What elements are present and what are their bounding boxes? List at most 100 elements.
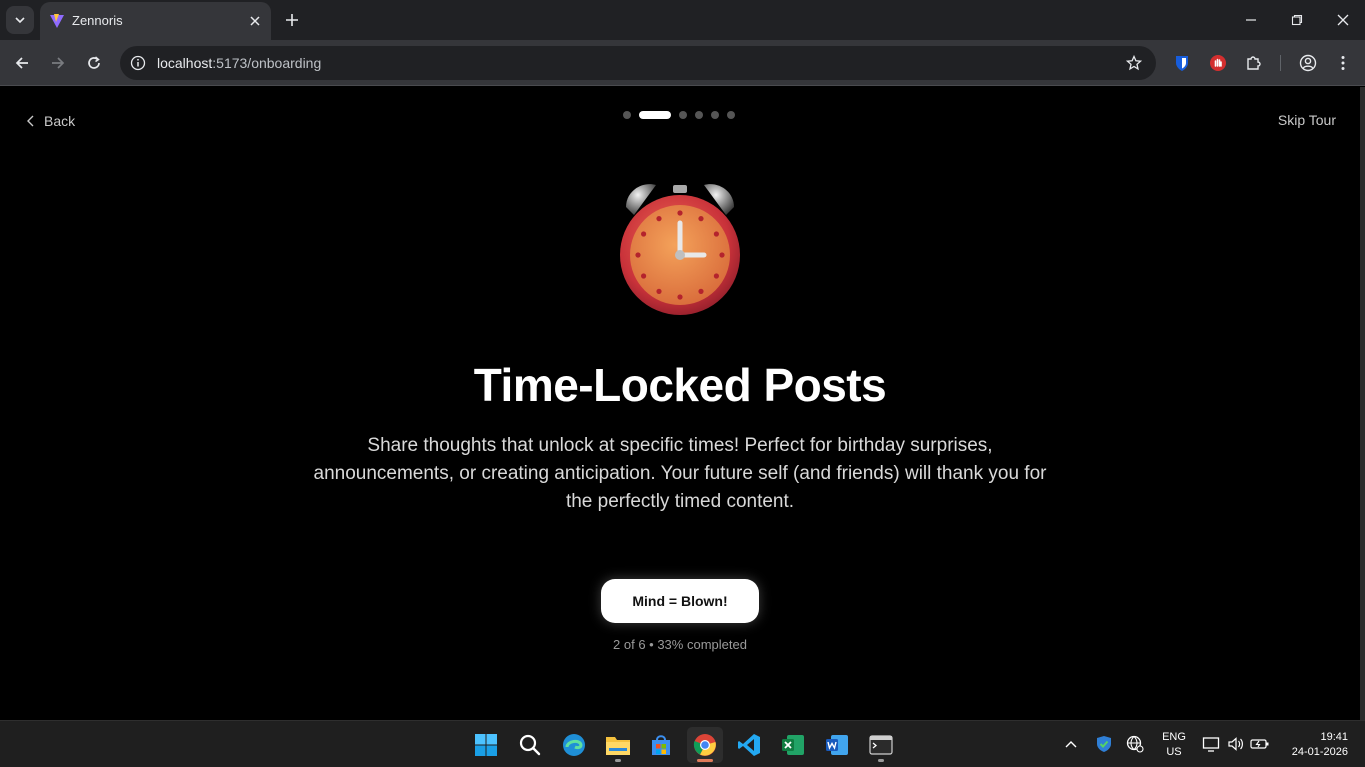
page-title: Time-Locked Posts — [473, 359, 887, 411]
taskbar-word[interactable] — [819, 727, 855, 763]
display-tray-button[interactable] — [1200, 733, 1222, 755]
chevron-down-icon — [15, 17, 25, 24]
volume-button[interactable] — [1225, 733, 1247, 755]
browser-toolbar: localhost:5173/onboarding — [0, 40, 1365, 86]
restore-button[interactable] — [1274, 0, 1320, 40]
step-indicator — [623, 111, 735, 119]
reload-icon — [88, 56, 100, 69]
url-text: localhost:5173/onboarding — [157, 55, 321, 71]
network-status-button[interactable] — [1124, 733, 1146, 755]
taskbar-chrome[interactable] — [687, 727, 723, 763]
battery-button[interactable] — [1249, 733, 1271, 755]
edge-icon — [563, 734, 585, 756]
arrow-left-icon — [15, 57, 28, 69]
profile-button[interactable] — [1296, 51, 1320, 75]
globe-icon — [1126, 735, 1144, 753]
reload-button[interactable] — [80, 49, 108, 77]
progress-text: 2 of 6 • 33% completed — [613, 637, 747, 652]
taskbar-file-explorer[interactable] — [600, 727, 636, 763]
kebab-menu-icon — [1341, 56, 1345, 70]
file-explorer-icon — [606, 737, 630, 755]
windows-start-button[interactable] — [468, 727, 504, 763]
shield-check-icon — [1097, 736, 1111, 752]
chevron-left-icon — [27, 115, 34, 127]
word-icon — [826, 735, 848, 755]
monitor-icon — [1202, 737, 1220, 752]
address-bar[interactable]: localhost:5173/onboarding — [120, 46, 1156, 80]
running-indicator — [878, 759, 884, 762]
extensions-button[interactable] — [1242, 51, 1266, 75]
url-host: localhost — [157, 55, 213, 71]
puzzle-piece-icon — [1247, 56, 1261, 70]
tab-close-button[interactable] — [245, 11, 265, 31]
alarm-clock-icon — [620, 184, 740, 315]
language-indicator[interactable]: ENG US — [1160, 730, 1188, 760]
taskbar-store[interactable] — [643, 727, 679, 763]
account-circle-icon — [1299, 54, 1317, 72]
red-extension-button[interactable] — [1206, 51, 1230, 75]
terminal-icon — [869, 735, 893, 755]
taskbar-vscode[interactable] — [731, 727, 767, 763]
step-dot — [727, 111, 735, 119]
bitwarden-extension-button[interactable] — [1170, 51, 1194, 75]
speaker-icon — [1228, 737, 1243, 751]
battery-charging-icon — [1250, 739, 1269, 749]
excel-icon — [782, 735, 804, 755]
taskbar-terminal[interactable] — [863, 727, 899, 763]
back-label: Back — [44, 113, 76, 129]
system-clock[interactable]: 19:41 24-01-2026 — [1282, 730, 1348, 760]
feature-description: Share thoughts that unlock at specific t… — [313, 435, 1047, 512]
chrome-icon — [693, 734, 716, 756]
step-dot — [711, 111, 719, 119]
step-dot — [695, 111, 703, 119]
search-icon — [519, 734, 541, 756]
active-indicator — [697, 759, 713, 762]
shield-icon — [1176, 56, 1188, 71]
close-icon — [250, 16, 260, 26]
vscode-icon — [738, 734, 760, 756]
new-tab-button[interactable] — [280, 8, 304, 32]
close-icon — [1337, 14, 1349, 26]
security-tray-button[interactable] — [1093, 733, 1115, 755]
site-info-icon[interactable] — [129, 54, 147, 72]
browser-menu-button[interactable] — [1331, 51, 1355, 75]
bookmark-star-button[interactable] — [1124, 53, 1144, 73]
lang-secondary: US — [1166, 746, 1182, 758]
minimize-icon — [1246, 19, 1256, 21]
minimize-button[interactable] — [1228, 0, 1274, 40]
windows-taskbar: ENG US 19:41 24-01-2026 — [0, 720, 1365, 767]
store-icon — [652, 735, 670, 755]
page-scrollbar[interactable] — [1360, 87, 1365, 720]
continue-button[interactable]: Mind = Blown! — [601, 579, 759, 623]
hand-stop-icon — [1210, 55, 1226, 71]
step-dot — [679, 111, 687, 119]
running-indicator — [615, 759, 621, 762]
chevron-up-icon — [1065, 741, 1077, 748]
clock-time: 19:41 — [1320, 731, 1348, 743]
taskbar-edge[interactable] — [556, 727, 592, 763]
arrow-right-icon — [52, 57, 65, 69]
back-nav-button[interactable] — [8, 49, 36, 77]
show-hidden-icons-button[interactable] — [1060, 733, 1082, 755]
tab-title: Zennoris — [72, 13, 123, 28]
skip-tour-button[interactable]: Skip Tour — [1278, 112, 1336, 128]
plus-icon — [286, 14, 298, 26]
taskbar-excel[interactable] — [775, 727, 811, 763]
step-dot — [623, 111, 631, 119]
restore-icon — [1291, 14, 1303, 26]
toolbar-separator — [1280, 55, 1281, 71]
forward-nav-button[interactable] — [44, 49, 72, 77]
url-path: :5173/onboarding — [212, 55, 322, 71]
close-window-button[interactable] — [1320, 0, 1365, 40]
onboarding-page: Back Skip Tour Time-Locked Posts Share t… — [0, 87, 1360, 720]
windows-start-icon — [475, 734, 497, 756]
lang-primary: ENG — [1162, 731, 1186, 743]
tab-search-button[interactable] — [6, 6, 34, 34]
vite-logo-icon — [50, 14, 64, 28]
back-button[interactable]: Back — [26, 112, 75, 130]
step-dot-active — [639, 111, 671, 119]
browser-tab[interactable]: Zennoris — [40, 2, 271, 40]
taskbar-search-button[interactable] — [512, 727, 548, 763]
star-icon — [1126, 55, 1142, 71]
clock-date: 24-01-2026 — [1291, 746, 1348, 758]
